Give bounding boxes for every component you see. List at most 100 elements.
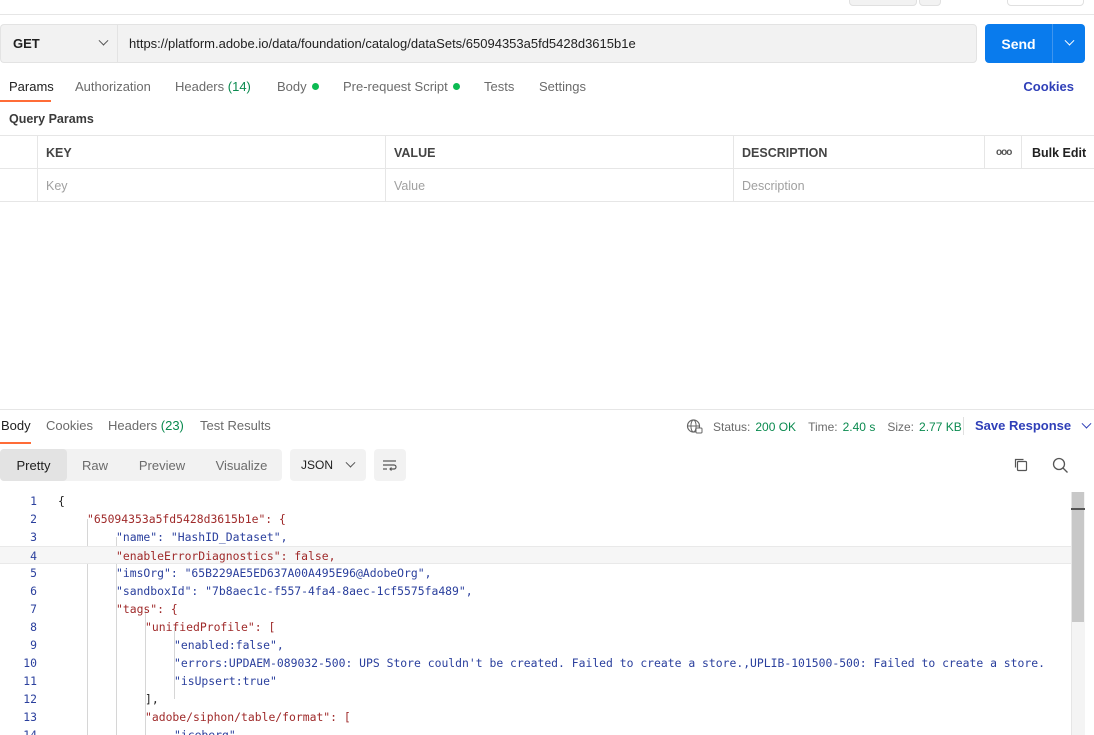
divider: [963, 417, 964, 435]
line-number: 4: [30, 549, 37, 563]
line-number: 1: [30, 494, 37, 508]
table-header-row: KEY VALUE DESCRIPTION ooo Bulk Edit: [0, 136, 1094, 169]
cookies-link[interactable]: Cookies: [1023, 79, 1074, 94]
tab-prerequest-label: Pre-request Script: [343, 79, 448, 94]
line-number: 13: [23, 710, 37, 724]
toolbar-stub-button[interactable]: [919, 0, 941, 6]
send-options-button[interactable]: [1053, 24, 1085, 63]
url-input[interactable]: https://platform.adobe.io/data/foundatio…: [117, 24, 977, 63]
chevron-down-icon: [345, 457, 356, 468]
response-tab-test-results[interactable]: Test Results: [200, 418, 271, 433]
chevron-down-icon: [1064, 35, 1074, 46]
key-input[interactable]: Key: [37, 169, 385, 202]
description-input[interactable]: Description: [733, 169, 1094, 202]
code-text: "imsOrg": "65B229AE5ED637A00A495E96@Adob…: [116, 566, 432, 580]
code-text: "name": "HashID_Dataset",: [116, 530, 288, 544]
tab-authorization[interactable]: Authorization: [75, 79, 151, 94]
toolbar-stub-button[interactable]: [849, 0, 917, 6]
scrollbar-marker: [1071, 508, 1085, 510]
code-text: "iceberg": [174, 728, 236, 735]
line-number: 7: [30, 602, 37, 616]
code-text: "65094353a5fd5428d3615b1e": {: [87, 512, 286, 526]
status-label: Status:: [713, 419, 751, 434]
line-number: 9: [30, 638, 37, 652]
globe-icon[interactable]: [686, 418, 703, 435]
size-value[interactable]: 2.77 KB: [919, 420, 962, 434]
request-bar: GET https://platform.adobe.io/data/found…: [0, 24, 977, 63]
editor-scrollbar-thumb[interactable]: [1072, 492, 1084, 622]
view-pretty-button[interactable]: Pretty: [0, 449, 67, 481]
table-row: Key Value Description: [0, 169, 1094, 202]
code-text: "tags": {: [116, 602, 178, 616]
line-number: 2: [30, 512, 37, 526]
tab-prerequest-script[interactable]: Pre-request Script: [343, 79, 460, 94]
response-meta: Status: 200 OK Time: 2.40 s Size: 2.77 K…: [686, 418, 962, 435]
code-line: 8 "unifiedProfile": [: [0, 618, 1071, 636]
tab-body[interactable]: Body: [277, 79, 319, 94]
query-params-title: Query Params: [9, 112, 94, 126]
body-indicator-dot: [311, 83, 319, 90]
save-response-button[interactable]: Save Response: [975, 418, 1092, 433]
code-line: 13 "adobe/siphon/table/format": [: [0, 708, 1071, 726]
more-options-icon[interactable]: ooo: [984, 136, 1021, 169]
view-preview-button[interactable]: Preview: [123, 449, 201, 481]
send-button-group: Send: [985, 24, 1085, 63]
value-input[interactable]: Value: [385, 169, 733, 202]
time-value[interactable]: 2.40 s: [843, 420, 876, 434]
prerequest-indicator-dot: [452, 83, 460, 90]
size-label: Size:: [887, 419, 915, 434]
code-line: 11 "isUpsert:true": [0, 672, 1071, 690]
line-number: 5: [30, 566, 37, 580]
line-number: 6: [30, 584, 37, 598]
format-select[interactable]: JSON: [290, 449, 366, 481]
code-line: 2 "65094353a5fd5428d3615b1e": {: [0, 510, 1071, 528]
bulk-edit-button[interactable]: Bulk Edit: [1021, 136, 1094, 169]
code-text: {: [58, 494, 65, 508]
url-text: https://platform.adobe.io/data/foundatio…: [129, 36, 636, 51]
wrap-lines-button[interactable]: [374, 449, 406, 481]
code-line: 14 "iceberg": [0, 726, 1071, 735]
format-label: JSON: [301, 458, 334, 472]
response-headers-count: (23): [160, 418, 184, 433]
wrap-icon: [383, 460, 397, 471]
code-line: 10 "errors:UPDAEM-089032-500: UPS Store c…: [0, 654, 1071, 672]
request-tabs: Params Authorization Headers (14) Body P…: [0, 76, 1094, 104]
code-text: "enableErrorDiagnostics": false,: [116, 549, 336, 563]
method-select[interactable]: GET: [0, 24, 117, 63]
response-divider[interactable]: [0, 409, 1094, 410]
view-mode-group: Pretty Raw Preview Visualize: [0, 449, 282, 481]
line-number: 12: [23, 692, 37, 706]
response-tab-cookies[interactable]: Cookies: [46, 418, 93, 433]
query-params-table: KEY VALUE DESCRIPTION ooo Bulk Edit Key …: [0, 135, 1094, 202]
tab-body-label: Body: [277, 79, 307, 94]
tab-tests[interactable]: Tests: [484, 79, 514, 94]
time-label: Time:: [808, 419, 838, 434]
line-number: 14: [23, 728, 37, 735]
copy-icon[interactable]: [1013, 457, 1029, 473]
tab-settings[interactable]: Settings: [539, 79, 586, 94]
save-response-label: Save Response: [975, 418, 1072, 433]
search-icon[interactable]: [1052, 457, 1069, 474]
status-value[interactable]: 200 OK: [755, 420, 796, 434]
toolbar-stub-toggle[interactable]: [1007, 0, 1084, 6]
tab-params[interactable]: Params: [9, 79, 54, 94]
method-label: GET: [13, 36, 40, 51]
column-header-value: VALUE: [385, 136, 733, 169]
tab-headers[interactable]: Headers (14): [175, 79, 251, 94]
send-button[interactable]: Send: [985, 24, 1053, 63]
response-tab-headers[interactable]: Headers (23): [108, 418, 184, 433]
view-raw-button[interactable]: Raw: [67, 449, 123, 481]
code-line: 9 "enabled:false",: [0, 636, 1071, 654]
code-text: "enabled:false",: [174, 638, 284, 652]
line-number: 8: [30, 620, 37, 634]
response-tabs: Body Cookies Headers (23) Test Results S…: [0, 417, 1094, 444]
active-tab-underline: [0, 442, 31, 444]
code-text: ],: [145, 692, 159, 706]
response-tab-body[interactable]: Body: [1, 418, 31, 433]
view-visualize-button[interactable]: Visualize: [201, 449, 282, 481]
chevron-down-icon: [1081, 418, 1092, 429]
response-body-editor[interactable]: 1{ 2 "65094353a5fd5428d3615b1e": { 3 "name…: [0, 492, 1071, 735]
code-line: 12],: [0, 690, 1071, 708]
code-line: 3 "name": "HashID_Dataset",: [0, 528, 1071, 546]
code-line: 1{: [0, 492, 1071, 510]
